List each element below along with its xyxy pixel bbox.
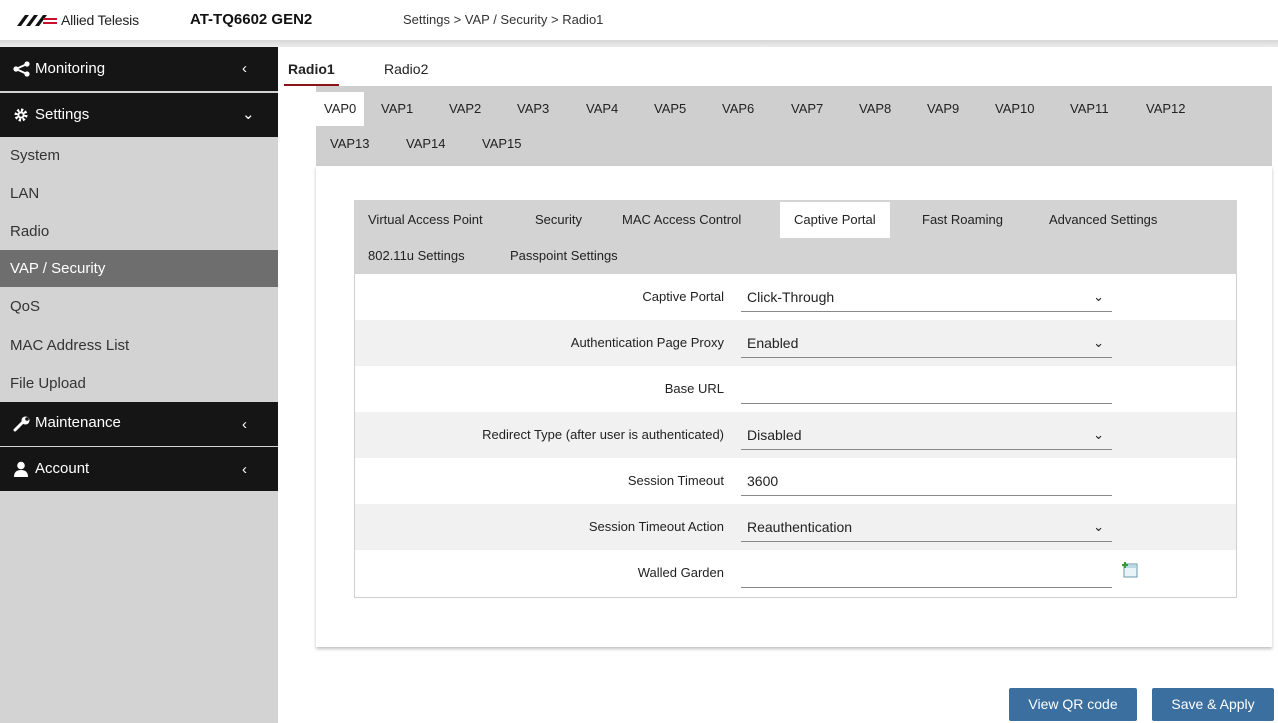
redirect-type-select[interactable]: Disabled ⌄: [741, 422, 1112, 450]
add-entry-icon[interactable]: [1121, 560, 1139, 581]
sidebar-settings-label: Settings: [35, 106, 90, 123]
sidebar-item-lan[interactable]: LAN: [0, 175, 278, 212]
session-timeout-value: 3600: [747, 473, 779, 489]
allied-telesis-logo-icon: [17, 14, 57, 26]
gear-icon: [13, 93, 29, 137]
chevron-left-icon: ‹: [242, 416, 247, 433]
captive-portal-select[interactable]: Click-Through ⌄: [741, 284, 1112, 312]
allied-telesis-logo: Allied Telesis: [17, 12, 139, 28]
chevron-down-icon: ⌄: [1093, 289, 1104, 304]
tab-vap4[interactable]: VAP4: [578, 92, 626, 126]
captive-portal-row: Captive Portal Click-Through ⌄: [355, 274, 1236, 320]
tab-80211u-settings[interactable]: 802.11u Settings: [354, 238, 479, 274]
chevron-left-icon: ‹: [242, 60, 247, 77]
logo-text: Allied Telesis: [61, 12, 139, 28]
chevron-left-icon: ‹: [242, 461, 247, 478]
header-divider: [0, 40, 1278, 47]
base-url-input[interactable]: [741, 376, 1112, 404]
tab-fast-roaming[interactable]: Fast Roaming: [908, 202, 1017, 238]
session-timeout-label: Session Timeout: [627, 473, 724, 488]
tab-vap5[interactable]: VAP5: [646, 92, 694, 126]
sidebar-item-radio[interactable]: Radio: [0, 213, 278, 250]
sidebar-monitoring-label: Monitoring: [35, 60, 106, 77]
tab-captive-portal[interactable]: Captive Portal: [780, 202, 890, 238]
tab-vap2[interactable]: VAP2: [441, 92, 489, 126]
tab-vap9[interactable]: VAP9: [919, 92, 967, 126]
auth-page-proxy-select[interactable]: Enabled ⌄: [741, 330, 1112, 358]
breadcrumb: Settings > VAP / Security > Radio1: [403, 12, 604, 27]
view-qr-code-button[interactable]: View QR code: [1009, 688, 1137, 721]
sidebar-maintenance[interactable]: Maintenance ‹: [0, 402, 278, 446]
sidebar-item-system[interactable]: System: [0, 137, 278, 174]
top-bar: Allied Telesis AT-TQ6602 GEN2 Settings >…: [0, 0, 1278, 40]
chevron-down-icon: ⌄: [1093, 335, 1104, 350]
tab-vap10[interactable]: VAP10: [987, 92, 1043, 126]
tab-mac-access-control[interactable]: MAC Access Control: [608, 202, 755, 238]
tab-radio2[interactable]: Radio2: [384, 56, 428, 86]
sidebar-item-file-upload[interactable]: File Upload: [0, 365, 278, 402]
tab-virtual-access-point[interactable]: Virtual Access Point: [354, 202, 497, 238]
auth-page-proxy-row: Authentication Page Proxy Enabled ⌄: [355, 320, 1236, 366]
tab-security[interactable]: Security: [521, 202, 596, 238]
session-timeout-action-row: Session Timeout Action Reauthentication …: [355, 504, 1236, 550]
base-url-label: Base URL: [664, 381, 724, 396]
sidebar: Monitoring ‹ Settings ⌄ System LAN Radio…: [0, 47, 278, 723]
chevron-down-icon: ⌄: [1093, 519, 1104, 534]
tab-vap13[interactable]: VAP13: [322, 127, 378, 161]
walled-garden-row: Walled Garden: [355, 550, 1236, 596]
wrench-icon: [13, 402, 31, 446]
save-apply-button[interactable]: Save & Apply: [1152, 688, 1274, 721]
tab-advanced-settings[interactable]: Advanced Settings: [1035, 202, 1171, 238]
tab-vap15[interactable]: VAP15: [474, 127, 530, 161]
tab-vap0[interactable]: VAP0: [316, 92, 365, 126]
user-icon: [13, 447, 29, 491]
settings-tab-panel: Virtual Access Point Security MAC Access…: [354, 200, 1237, 274]
vap-tab-panel: VAP0 VAP1 VAP2 VAP3 VAP4 VAP5 VAP6 VAP7 …: [316, 86, 1272, 166]
share-icon: [13, 47, 31, 91]
tab-vap7[interactable]: VAP7: [783, 92, 831, 126]
session-timeout-row: Session Timeout 3600: [355, 458, 1236, 504]
tab-vap12[interactable]: VAP12: [1138, 92, 1194, 126]
redirect-type-row: Redirect Type (after user is authenticat…: [355, 412, 1236, 458]
sidebar-item-mac-address-list[interactable]: MAC Address List: [0, 327, 278, 364]
sidebar-account[interactable]: Account ‹: [0, 447, 278, 491]
session-timeout-action-label: Session Timeout Action: [588, 519, 724, 534]
tab-vap8[interactable]: VAP8: [851, 92, 899, 126]
base-url-row: Base URL: [355, 366, 1236, 412]
captive-portal-value: Click-Through: [747, 289, 835, 305]
sidebar-item-qos[interactable]: QoS: [0, 288, 278, 325]
tab-vap1[interactable]: VAP1: [373, 92, 421, 126]
tab-radio1[interactable]: Radio1: [284, 56, 339, 86]
sidebar-item-vap-security[interactable]: VAP / Security: [0, 250, 278, 287]
auth-page-proxy-label: Authentication Page Proxy: [570, 335, 724, 350]
tab-passpoint-settings[interactable]: Passpoint Settings: [496, 238, 632, 274]
sidebar-settings[interactable]: Settings ⌄: [0, 93, 278, 137]
redirect-type-value: Disabled: [747, 427, 802, 443]
tab-vap6[interactable]: VAP6: [714, 92, 762, 126]
walled-garden-input[interactable]: [741, 560, 1112, 588]
tab-vap11[interactable]: VAP11: [1062, 92, 1117, 126]
product-name: AT-TQ6602 GEN2: [190, 11, 313, 28]
session-timeout-input[interactable]: 3600: [741, 468, 1112, 496]
session-timeout-action-select[interactable]: Reauthentication ⌄: [741, 514, 1112, 542]
captive-portal-form: Captive Portal Click-Through ⌄ Authentic…: [354, 274, 1237, 598]
sidebar-monitoring[interactable]: Monitoring ‹: [0, 47, 278, 91]
auth-page-proxy-value: Enabled: [747, 335, 799, 351]
tab-vap14[interactable]: VAP14: [398, 127, 454, 161]
chevron-down-icon: ⌄: [1093, 427, 1104, 442]
sidebar-maintenance-label: Maintenance: [35, 414, 121, 431]
sidebar-account-label: Account: [35, 460, 90, 477]
walled-garden-label: Walled Garden: [637, 565, 724, 580]
captive-portal-label: Captive Portal: [642, 289, 724, 304]
session-timeout-action-value: Reauthentication: [747, 519, 853, 535]
chevron-down-icon: ⌄: [242, 106, 255, 123]
tab-vap3[interactable]: VAP3: [509, 92, 557, 126]
redirect-type-label: Redirect Type (after user is authenticat…: [482, 427, 724, 442]
